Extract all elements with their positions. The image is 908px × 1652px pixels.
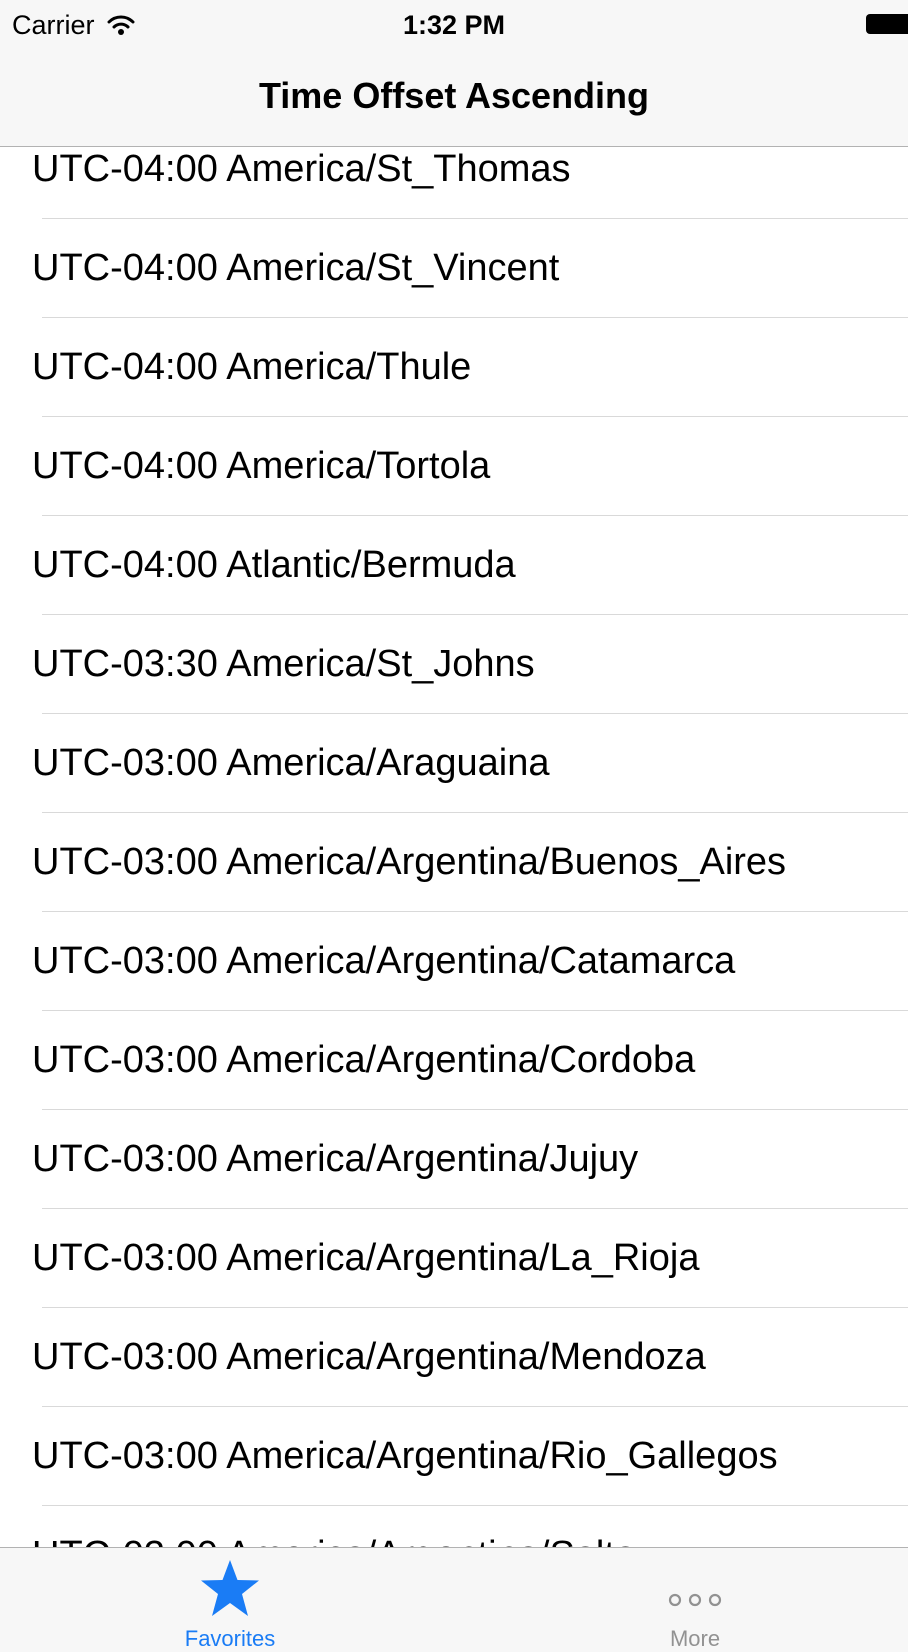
status-time: 1:32 PM [402,10,506,40]
tab-favorites[interactable]: Favorites [80,1548,380,1652]
page-title: Time Offset Ascending [258,75,650,116]
timezone-list[interactable]: UTC-04:00 America/St_Thomas UTC-04:00 Am… [0,120,908,1548]
list-item-label: UTC-04:00 America/St_Vincent [32,247,560,289]
list-item-label: UTC-03:00 America/Argentina/Catamarca [32,940,736,982]
list-item[interactable]: UTC-03:00 America/Argentina/Salta [0,1506,908,1548]
list-item-label: UTC-03:00 America/Argentina/Mendoza [32,1336,706,1378]
tab-bar: Favorites More [0,1547,908,1652]
list-item-label: UTC-03:30 America/St_Johns [32,643,535,685]
list-item[interactable]: UTC-03:00 America/Araguaina [0,714,908,813]
list-item-label: UTC-03:00 America/Argentina/Rio_Gallegos [32,1435,778,1477]
more-icon [668,1593,722,1607]
list-item-label: UTC-03:00 America/Argentina/Jujuy [32,1138,639,1180]
list-item-label: UTC-04:00 America/Tortola [32,445,491,487]
list-item[interactable]: UTC-03:30 America/St_Johns [0,615,908,714]
list-item[interactable]: UTC-04:00 America/Thule [0,318,908,417]
list-item-label: UTC-03:00 America/Argentina/La_Rioja [32,1237,700,1279]
tab-more-label: More [669,1626,721,1651]
list-item[interactable]: UTC-03:00 America/Argentina/Buenos_Aires [0,813,908,912]
list-item[interactable]: UTC-03:00 America/Argentina/Jujuy [0,1110,908,1209]
list-item[interactable]: UTC-03:00 America/Argentina/Rio_Gallegos [0,1407,908,1506]
list-item-label: UTC-03:00 America/Argentina/Salta [32,1506,636,1548]
status-bar: Carrier 1:32 PM [0,0,908,50]
list-item[interactable]: UTC-04:00 America/Tortola [0,417,908,516]
tab-favorites-label: Favorites [184,1626,276,1651]
screen: Carrier 1:32 PM Time Offset Ascending UT… [0,0,908,1652]
list-item-label: UTC-03:00 America/Argentina/Cordoba [32,1039,696,1081]
star-icon [201,1560,259,1616]
battery-icon [866,14,908,34]
list-item[interactable]: UTC-04:00 Atlantic/Bermuda [0,516,908,615]
list-item-label: UTC-04:00 America/Thule [32,346,472,388]
navigation-bar: Time Offset Ascending [0,50,908,147]
list-item-label: UTC-03:00 America/Araguaina [32,742,550,784]
list-item[interactable]: UTC-04:00 America/St_Vincent [0,219,908,318]
list-item[interactable]: UTC-03:00 America/Argentina/Cordoba [0,1011,908,1110]
tab-more[interactable]: More [545,1548,845,1652]
list-item[interactable]: UTC-03:00 America/Argentina/La_Rioja [0,1209,908,1308]
list-item-label: UTC-04:00 Atlantic/Bermuda [32,544,516,586]
list-item[interactable]: UTC-03:00 America/Argentina/Catamarca [0,912,908,1011]
list-item[interactable]: UTC-03:00 America/Argentina/Mendoza [0,1308,908,1407]
list-item-label: UTC-03:00 America/Argentina/Buenos_Aires [32,841,787,883]
